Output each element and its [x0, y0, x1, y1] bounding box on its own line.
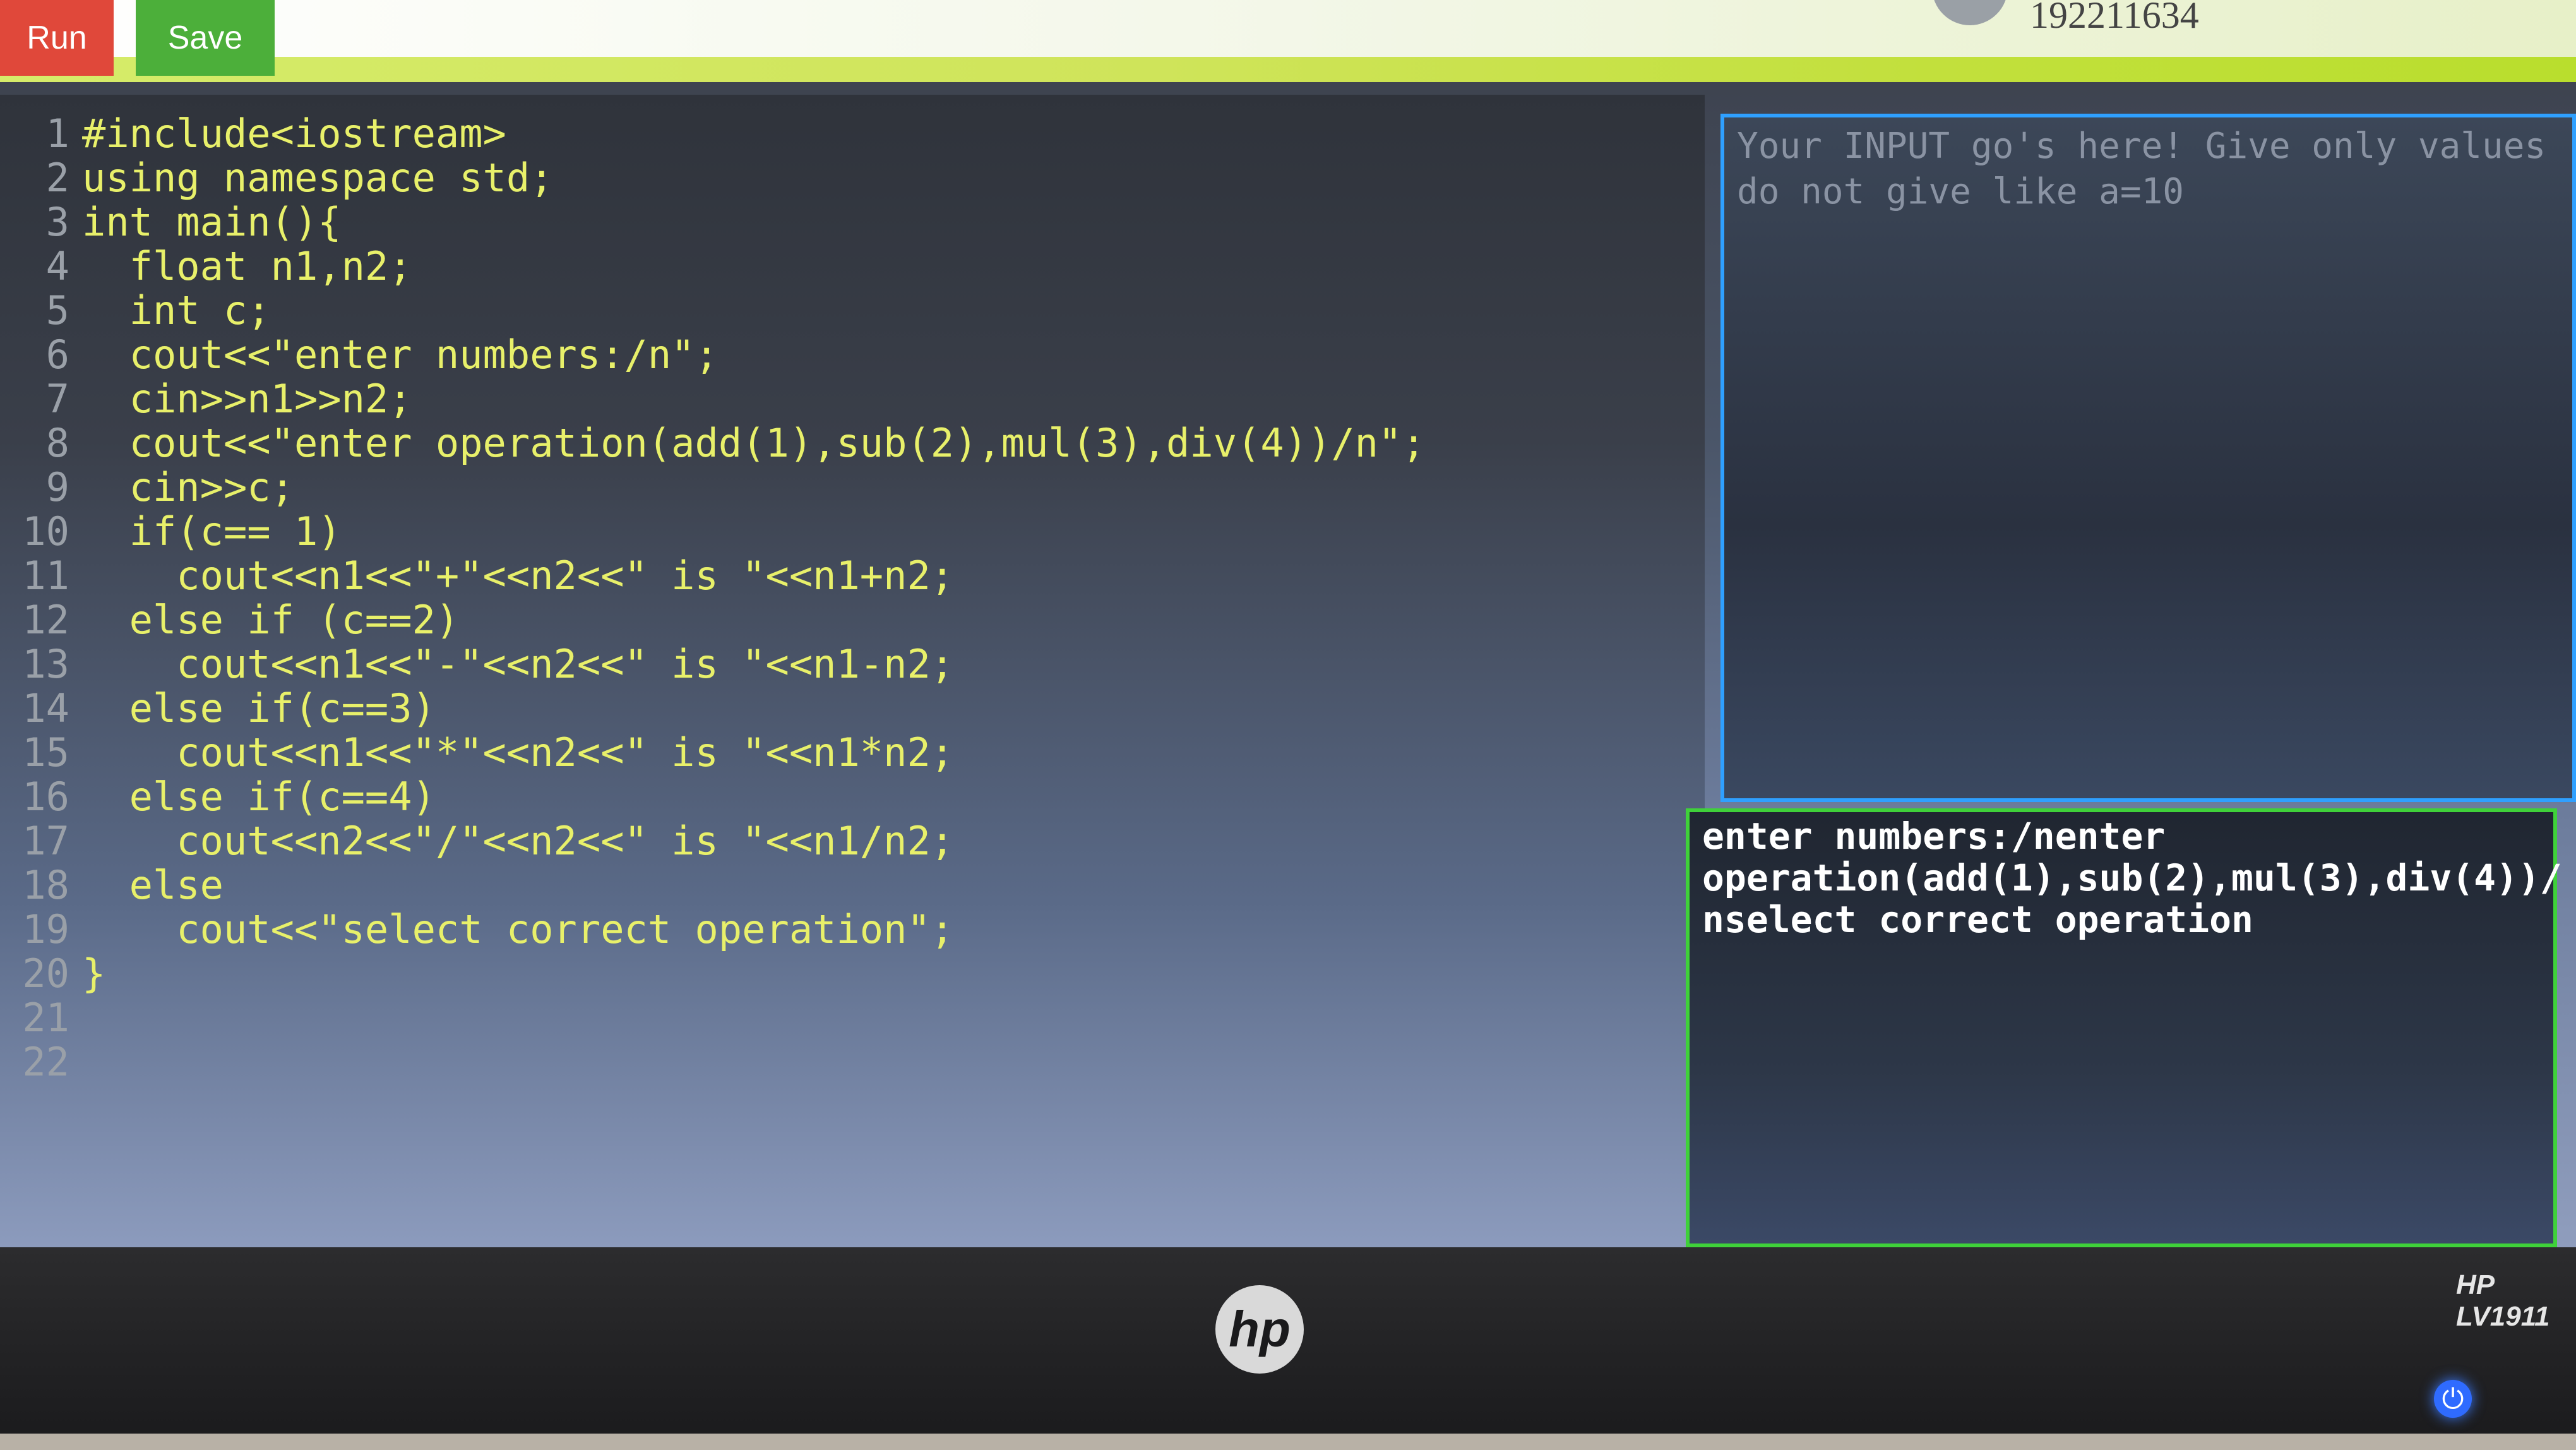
code-line[interactable]: 12 else if (c==2): [19, 596, 460, 643]
code-text: cout<<n1<<"-"<<n2<<" is "<<n1-n2;: [82, 640, 955, 687]
code-text: else if (c==2): [82, 596, 460, 643]
line-number: 14: [22, 685, 69, 731]
code-line[interactable]: 8 cout<<"enter operation(add(1),sub(2),m…: [19, 419, 1426, 466]
line-number: 19: [22, 906, 69, 952]
code-line[interactable]: 7 cin>>n1>>n2;: [19, 375, 412, 422]
line-number: 8: [45, 419, 69, 466]
line-number: 15: [22, 729, 69, 776]
code-line[interactable]: 19 cout<<"select correct operation";: [19, 906, 954, 952]
code-line[interactable]: 10 if(c== 1): [19, 508, 342, 554]
line-number: 6: [45, 331, 69, 378]
code-text: cout<<n1<<"+"<<n2<<" is "<<n1+n2;: [82, 552, 955, 599]
code-text: cout<<n1<<"*"<<n2<<" is "<<n1*n2;: [82, 729, 955, 776]
input-pane[interactable]: Your INPUT go's here! Give only values d…: [1720, 114, 2576, 802]
code-line[interactable]: 5 int c;: [19, 287, 271, 333]
line-number: 1: [45, 110, 69, 157]
user-id: 192211634: [2030, 0, 2199, 36]
code-line[interactable]: 6 cout<<"enter numbers:/n";: [19, 331, 719, 378]
code-line[interactable]: 1 #include<iostream>: [19, 110, 506, 157]
code-text: using namespace std;: [82, 154, 554, 201]
output-text: enter numbers:/nenter operation(add(1),s…: [1702, 815, 2562, 941]
code-line[interactable]: 22: [19, 1038, 82, 1085]
line-number: 16: [22, 773, 69, 820]
code-text: else if(c==4): [82, 773, 436, 820]
code-text: cout<<"select correct operation";: [82, 906, 955, 952]
code-line[interactable]: 11 cout<<n1<<"+"<<n2<<" is "<<n1+n2;: [19, 552, 955, 599]
line-number: 20: [22, 950, 69, 997]
code-text: int main(){: [82, 198, 342, 245]
hp-logo: hp: [1215, 1285, 1304, 1374]
code-text: else if(c==3): [82, 685, 436, 731]
line-number: 22: [22, 1038, 69, 1085]
model-label: HP LV1911: [2456, 1269, 2550, 1332]
line-number: 3: [45, 198, 69, 245]
input-placeholder: Your INPUT go's here! Give only values d…: [1737, 126, 2546, 212]
code-text: if(c== 1): [82, 508, 342, 554]
line-number: 4: [45, 243, 69, 289]
line-number: 21: [22, 994, 69, 1041]
desk-edge: [0, 1434, 2576, 1450]
code-text: int c;: [82, 287, 271, 333]
line-number: 10: [22, 508, 69, 554]
code-line[interactable]: 14 else if(c==3): [19, 685, 436, 731]
code-text: float n1,n2;: [82, 243, 412, 289]
code-line[interactable]: 20}: [19, 950, 106, 997]
code-text: }: [82, 950, 106, 997]
toolbar: Run Save 192211634: [0, 0, 2576, 82]
code-line[interactable]: 15 cout<<n1<<"*"<<n2<<" is "<<n1*n2;: [19, 729, 955, 776]
code-text: cout<<"enter operation(add(1),sub(2),mul…: [82, 419, 1426, 466]
code-line[interactable]: 3 int main(){: [19, 198, 342, 245]
code-line[interactable]: 16 else if(c==4): [19, 773, 436, 820]
code-line[interactable]: 13 cout<<n1<<"-"<<n2<<" is "<<n1-n2;: [19, 640, 955, 687]
line-number: 13: [22, 640, 69, 687]
code-line[interactable]: 17 cout<<n2<<"/"<<n2<<" is "<<n1/n2;: [19, 817, 955, 864]
line-number: 5: [45, 287, 69, 333]
code-text: cout<<"enter numbers:/n";: [82, 331, 719, 378]
line-number: 11: [22, 552, 69, 599]
code-text: cin>>c;: [82, 464, 294, 510]
code-text: cin>>n1>>n2;: [82, 375, 412, 422]
code-text: else: [82, 861, 224, 908]
power-icon[interactable]: ⏻: [2434, 1380, 2472, 1418]
screen: Run Save 192211634 1 #include<iostream> 2 u…: [0, 0, 2576, 1247]
save-button[interactable]: Save: [136, 0, 275, 76]
output-pane: enter numbers:/nenter operation(add(1),s…: [1686, 808, 2562, 1247]
line-number: 12: [22, 596, 69, 643]
line-number: 18: [22, 861, 69, 908]
code-line[interactable]: 18 else: [19, 862, 224, 908]
code-text: #include<iostream>: [82, 110, 506, 157]
run-button[interactable]: Run: [0, 0, 114, 76]
code-line[interactable]: 2 using namespace std;: [19, 154, 554, 201]
code-line[interactable]: 21: [19, 994, 82, 1041]
line-number: 9: [45, 464, 69, 510]
code-text: cout<<n2<<"/"<<n2<<" is "<<n1/n2;: [82, 817, 955, 864]
line-number: 7: [45, 375, 69, 422]
line-number: 17: [22, 817, 69, 864]
line-number: 2: [45, 154, 69, 201]
code-line[interactable]: 4 float n1,n2;: [19, 243, 412, 289]
code-line[interactable]: 9 cin>>c;: [19, 464, 294, 510]
